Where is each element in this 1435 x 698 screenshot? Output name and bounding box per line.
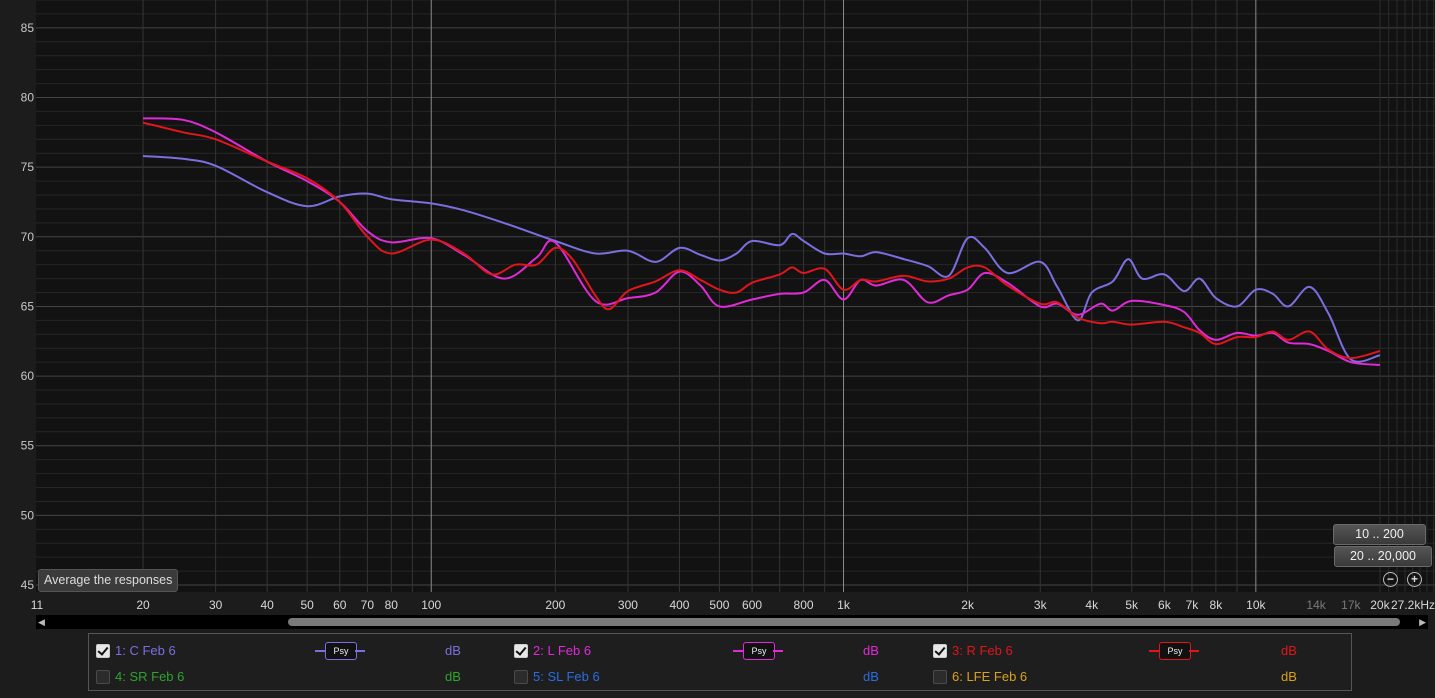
checkbox-sl[interactable] [514,670,528,684]
x-tick-label: 1k [837,598,851,612]
x-tick-label: 300 [618,598,638,612]
psy-smoothing-l[interactable]: Psy [733,642,783,660]
legend-label-sl: 5: SL Feb 6 [533,669,600,684]
legend-label-r: 3: R Feb 6 [952,643,1013,658]
zoom-in-icon[interactable]: + [1407,572,1422,587]
x-tick-label: 800 [794,598,814,612]
range-10-200-button[interactable]: 10 .. 200 [1333,524,1426,545]
range-20-20000-button[interactable]: 20 .. 20,000 [1334,546,1432,567]
x-tick-label: 2k [961,598,975,612]
x-tick-label: 70 [361,598,375,612]
x-tick-label: 20k [1370,598,1390,612]
y-tick-label: 85 [21,21,35,35]
y-tick-label: 75 [21,160,35,174]
x-tick-label: 17k [1341,598,1361,612]
x-tick-label: 3k [1034,598,1048,612]
checkbox-sr[interactable] [96,670,110,684]
x-tick-label: 80 [385,598,399,612]
x-tick-label: 6k [1158,598,1172,612]
x-tick-label: 400 [669,598,689,612]
x-tick-label: 10k [1246,598,1266,612]
legend-label-l: 2: L Feb 6 [533,643,592,658]
x-tick-label: 14k [1306,598,1326,612]
x-tick-label: 4k [1085,598,1099,612]
average-responses-button[interactable]: Average the responses [38,569,179,592]
unit-r: dB [1281,643,1297,658]
x-tick-label: 7k [1186,598,1200,612]
psy-label-c: Psy [325,642,357,660]
unit-l: dB [863,643,879,658]
psy-label-l: Psy [743,642,775,660]
psy-line-icon [1189,650,1199,652]
unit-sl: dB [863,669,879,684]
checkbox-lfe[interactable] [933,670,947,684]
y-tick-labels: 45 50 55 60 65 70 75 80 85 [21,21,35,592]
psy-line-icon [355,650,365,652]
psy-smoothing-r[interactable]: Psy [1149,642,1199,660]
psy-smoothing-c[interactable]: Psy [315,642,365,660]
x-tick-label: 20 [136,598,150,612]
x-tick-label: 30 [209,598,223,612]
unit-lfe: dB [1281,669,1297,684]
scroll-left-icon[interactable]: ◀ [38,617,45,627]
legend-item-lfe[interactable]: 6: LFE Feb 6 [933,667,1133,687]
scroll-right-icon[interactable]: ▶ [1419,617,1426,627]
x-tick-label: 500 [709,598,729,612]
y-tick-label: 60 [21,369,35,383]
checkbox-c[interactable] [96,644,110,658]
legend-label-sr: 4: SR Feb 6 [115,669,185,684]
scroll-thumb[interactable] [288,618,1400,626]
psy-line-icon [733,650,743,652]
y-tick-label: 55 [21,439,35,453]
horizontal-scrollbar[interactable]: ◀ ▶ [36,615,1428,629]
x-tick-label: 8k [1210,598,1224,612]
y-tick-label: 80 [21,91,35,105]
x-tick-label: 5k [1125,598,1139,612]
y-tick-label: 50 [21,508,35,522]
legend-label-lfe: 6: LFE Feb 6 [952,669,1028,684]
x-tick-label: 60 [333,598,347,612]
psy-line-icon [315,650,325,652]
x-tick-label: 11 [31,598,44,612]
y-tick-label: 70 [21,230,35,244]
zoom-out-icon[interactable]: − [1383,572,1398,587]
legend-item-sl[interactable]: 5: SL Feb 6 [514,667,714,687]
y-tick-label: 45 [21,578,35,592]
x-tick-label: 100 [421,598,441,612]
psy-label-r: Psy [1159,642,1191,660]
legend-item-l[interactable]: 2: L Feb 6 [514,641,714,661]
legend-item-r[interactable]: 3: R Feb 6 [933,641,1133,661]
checkbox-l[interactable] [514,644,528,658]
frequency-response-chart[interactable]: 45 50 55 60 65 70 75 80 85 11 20 30 40 50 60 70 80 100 20… [0,0,1435,615]
x-tick-label: 40 [260,598,274,612]
legend-item-c[interactable]: 1: C Feb 6 [96,641,296,661]
x-tick-labels: 11 20 30 40 50 60 70 80 100 200 300 400 500 600 800 1k 2… [31,598,1435,612]
x-tick-label: 200 [545,598,565,612]
y-tick-label: 65 [21,299,35,313]
x-tick-label: 50 [300,598,314,612]
series-layer [142,117,1381,366]
legend-label-c: 1: C Feb 6 [115,643,176,658]
x-tick-label: 600 [742,598,762,612]
measurement-legend: 1: C Feb 6 Psy dB 2: L Feb 6 Psy dB 3: R… [88,633,1352,691]
psy-line-icon [1149,650,1159,652]
checkbox-r[interactable] [933,644,947,658]
unit-sr: dB [445,669,461,684]
legend-item-sr[interactable]: 4: SR Feb 6 [96,667,296,687]
grid-layer [36,0,1435,592]
unit-c: dB [445,643,461,658]
psy-line-icon [773,650,783,652]
x-tick-label: 27.2kHz [1391,598,1435,612]
